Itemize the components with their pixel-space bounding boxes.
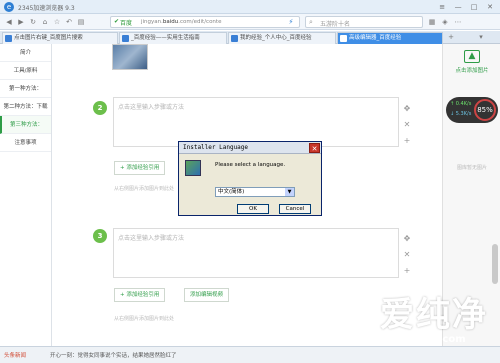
image-icon: ▲: [464, 50, 480, 63]
window-controls: ≡ — □ ✕: [434, 2, 496, 12]
window-title: 2345加速浏览器 9.3: [18, 5, 75, 12]
news-label[interactable]: 头条新闻: [4, 351, 26, 359]
dialog-message: Please select a language.: [215, 162, 286, 168]
tab-list-icon[interactable]: ▾: [476, 32, 486, 42]
favorites-icon[interactable]: ☆: [52, 17, 62, 27]
tab-favicon-icon: [340, 35, 347, 42]
installer-icon: [185, 160, 201, 176]
logo-chinese: 爱纯净: [380, 295, 488, 335]
add-quote-button[interactable]: + 添加经验引用: [114, 161, 166, 175]
tab-advanced-editor[interactable]: 高级编辑器_百度经验: [337, 32, 443, 44]
download-speed: ↓ 5.3K/s: [450, 111, 472, 117]
tab-favicon-icon: [231, 35, 238, 42]
step-placeholder: 点击这里输入步骤或方法: [118, 104, 185, 111]
bookmark-icon[interactable]: ▤: [76, 17, 86, 27]
aichunjing-logo: 爱纯净 aichunjing.com: [310, 290, 500, 350]
menu-icon[interactable]: ≡: [436, 2, 448, 12]
no-image-label: 图库暂无图片: [456, 165, 487, 171]
logo-english: aichunjing.com: [380, 334, 466, 345]
minimize-icon[interactable]: —: [452, 2, 464, 12]
installer-language-dialog: Installer Language ✕ Please select a lan…: [178, 141, 322, 216]
step-image-thumbnail[interactable]: [112, 44, 148, 70]
step-number: 3: [93, 229, 107, 243]
url-field[interactable]: ✔ 百度 jingyan.baidu.com/edit/conte: [110, 16, 300, 28]
tab-baidu-jingyan[interactable]: _百度经验——实用生活指南: [119, 32, 227, 44]
shield-icon[interactable]: ◈: [440, 17, 450, 27]
add-step-icon[interactable]: +: [403, 136, 411, 145]
tab-label: 高级编辑器_百度经验: [349, 35, 402, 41]
refresh-icon[interactable]: ↻: [28, 17, 38, 27]
tab-label: 点击图片右键_百度图片搜索: [14, 35, 83, 41]
dialog-title: Installer Language: [179, 142, 321, 154]
tab-favicon-icon: [122, 35, 129, 42]
add-image-label: 点击添加图片: [455, 68, 489, 74]
chevron-down-icon[interactable]: ▼: [285, 188, 294, 196]
back-icon[interactable]: ◀: [4, 17, 14, 27]
menu-dots-icon[interactable]: ⋯: [453, 17, 463, 27]
scrollbar-thumb[interactable]: [492, 244, 498, 284]
extensions-icon[interactable]: ▦: [427, 17, 437, 27]
forward-icon[interactable]: ▶: [16, 17, 26, 27]
sidebar-item-method-3[interactable]: 第三种方法：: [0, 116, 51, 134]
move-handle-icon[interactable]: ✥: [403, 234, 411, 243]
image-hint: 从右侧图片添加图片到此处: [114, 316, 175, 322]
lightning-icon[interactable]: ⚡: [286, 17, 296, 27]
tab-baidu-image[interactable]: 点击图片右键_百度图片搜索: [2, 32, 118, 44]
status-bar: 头条新闻 开心一刻：觉得女同事说个实话，结果她居然脸红了: [0, 346, 500, 363]
search-icon: ⌕: [309, 18, 313, 26]
new-tab-icon[interactable]: +: [446, 32, 456, 42]
sidebar-item-tools[interactable]: 工具/原料: [0, 62, 51, 80]
add-image-button[interactable]: ▲ 点击添加图片: [451, 50, 493, 74]
outline-sidebar: 简介 工具/原料 第一种方法： 第二种方法：下载 第三种方法： 注意事项: [0, 44, 52, 346]
tab-label: 我的经验_个人中心_百度经验: [240, 35, 312, 41]
news-ticker[interactable]: 开心一刻：觉得女同事说个实话，结果她居然脸红了: [50, 351, 177, 359]
tab-label: _百度经验——实用生活指南: [131, 35, 200, 41]
sidebar-item-notes[interactable]: 注意事项: [0, 134, 51, 152]
step-input[interactable]: 点击这里输入步骤或方法: [113, 97, 399, 147]
title-bar: e 2345加速浏览器 9.3 ≡ — □ ✕: [0, 0, 500, 14]
maximize-icon[interactable]: □: [468, 2, 480, 12]
add-step-icon[interactable]: +: [403, 266, 411, 275]
secure-site-label: 百度: [120, 20, 133, 27]
secure-lock-icon: ✔: [114, 18, 120, 25]
close-window-icon[interactable]: ✕: [484, 2, 496, 12]
dialog-close-icon[interactable]: ✕: [309, 143, 320, 153]
ok-button[interactable]: OK: [237, 204, 269, 214]
add-quote-button[interactable]: + 添加经验引用: [114, 288, 166, 302]
language-select-value: 中文(简体): [218, 189, 245, 195]
delete-step-icon[interactable]: ✕: [403, 120, 411, 129]
tab-bar: 点击图片右键_百度图片搜索 _百度经验——实用生活指南 我的经验_个人中心_百度…: [0, 31, 500, 44]
step-input[interactable]: 点击这里输入步骤或方法: [113, 228, 399, 278]
cancel-button[interactable]: Cancel: [279, 204, 311, 214]
add-video-button[interactable]: 添加编辑视频: [184, 288, 230, 302]
memory-percent: 85%: [474, 99, 496, 121]
image-hint: 从右侧图片添加图片到此处: [114, 186, 175, 192]
tab-favicon-icon: [5, 35, 12, 42]
home-icon[interactable]: ⌂: [40, 17, 50, 27]
url-text: jingyan.baidu.com/edit/conte: [141, 19, 222, 25]
search-placeholder: 五游阶十名: [320, 21, 351, 28]
sidebar-item-intro[interactable]: 简介: [0, 44, 51, 62]
address-toolbar: ◀ ▶ ↻ ⌂ ☆ ↶ ▤ ✔ 百度 jingyan.baidu.com/edi…: [0, 14, 500, 30]
delete-step-icon[interactable]: ✕: [403, 250, 411, 259]
move-handle-icon[interactable]: ✥: [403, 104, 411, 113]
sidebar-item-method-2[interactable]: 第二种方法：下载: [0, 98, 51, 116]
sidebar-item-method-1[interactable]: 第一种方法：: [0, 80, 51, 98]
undo-icon[interactable]: ↶: [64, 17, 74, 27]
step-number: 2: [93, 101, 107, 115]
search-box[interactable]: ⌕ 五游阶十名: [305, 16, 423, 28]
browser-logo-icon: e: [4, 2, 14, 12]
step-placeholder: 点击这里输入步骤或方法: [118, 235, 185, 242]
language-select[interactable]: 中文(简体) ▼: [215, 187, 295, 197]
network-speed-widget[interactable]: ↑ 0.4K/s ↓ 5.3K/s 85%: [446, 97, 498, 123]
tab-my-jingyan[interactable]: 我的经验_个人中心_百度经验: [228, 32, 336, 44]
logo-mark-icon: [310, 300, 354, 336]
upload-speed: ↑ 0.4K/s: [450, 101, 472, 107]
